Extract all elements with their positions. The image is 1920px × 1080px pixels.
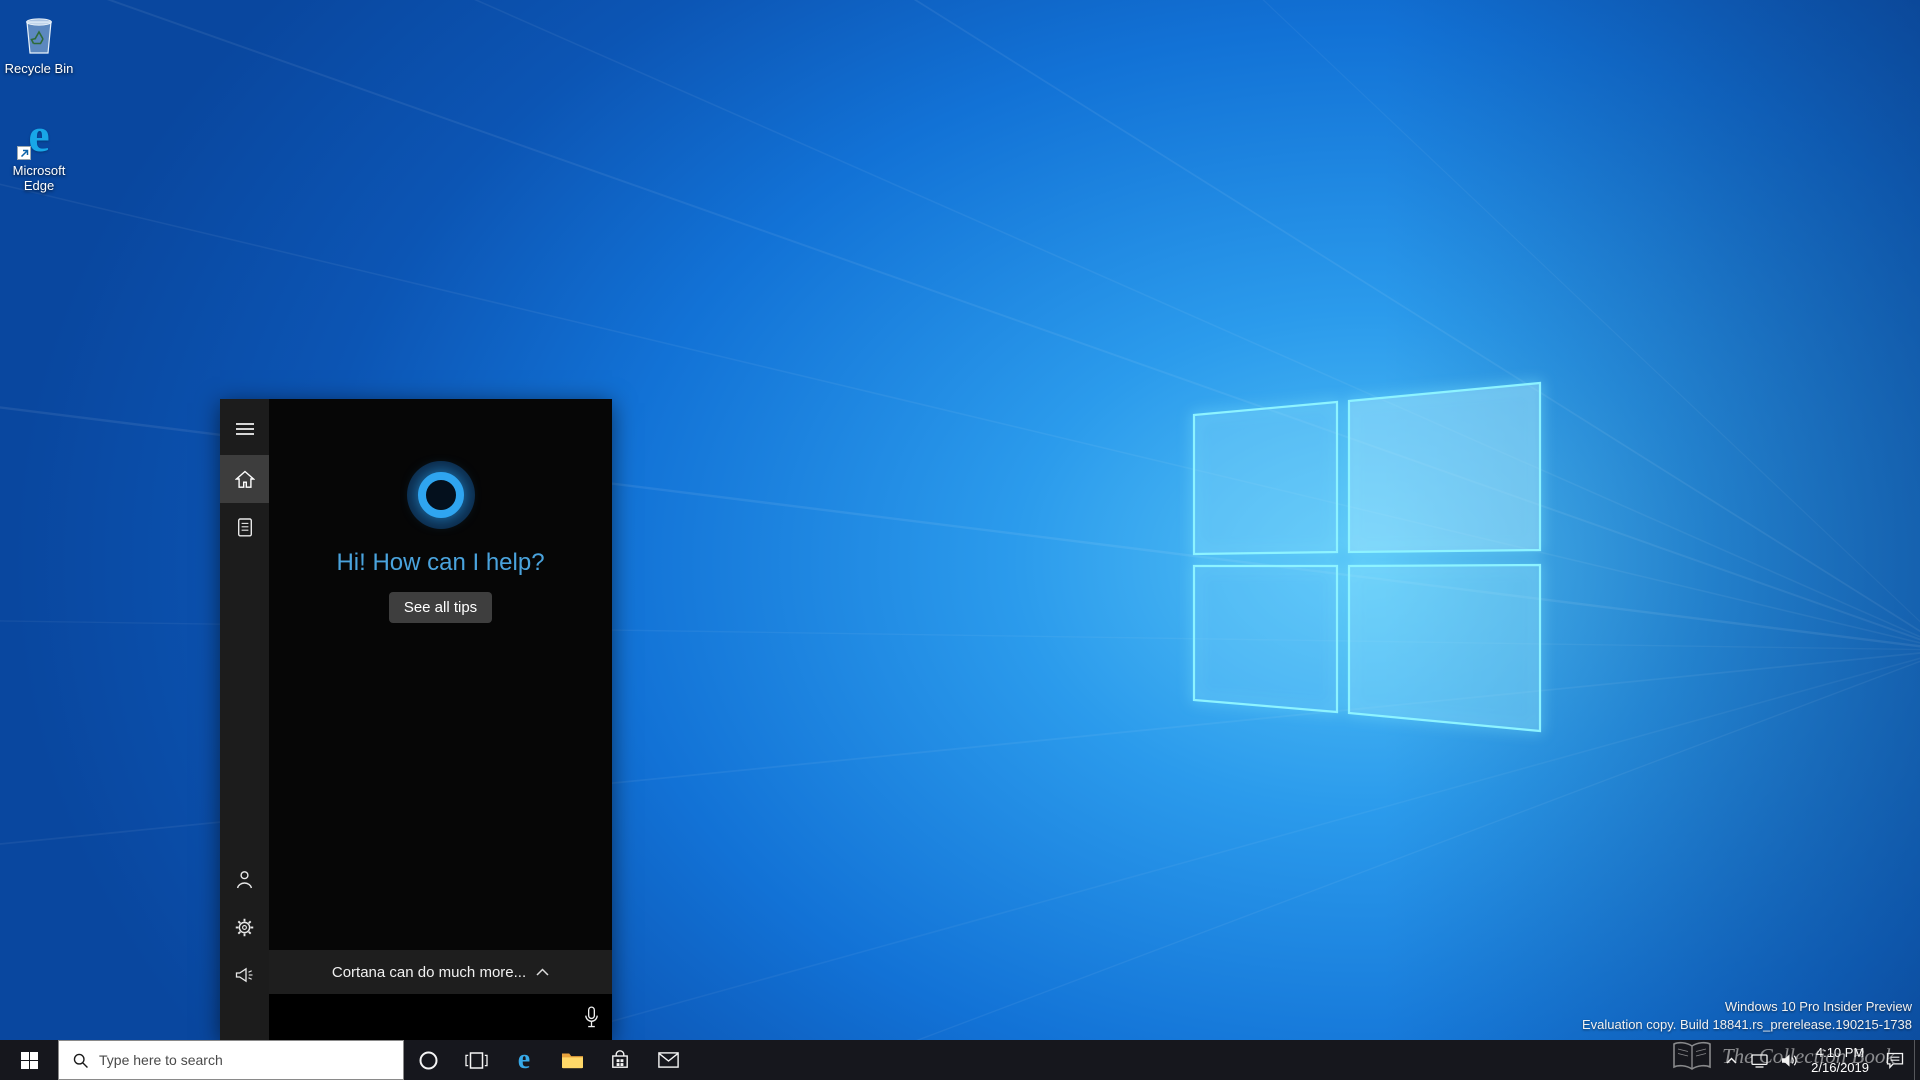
search-icon (72, 1052, 89, 1069)
cortana-notebook-button[interactable] (220, 503, 269, 551)
taskbar-edge-button[interactable]: e (500, 1040, 548, 1080)
network-tray-button[interactable] (1744, 1040, 1774, 1080)
chevron-up-icon (1726, 1057, 1737, 1064)
start-button[interactable] (0, 1040, 58, 1080)
mail-button[interactable] (644, 1040, 692, 1080)
taskbar: e (0, 1040, 1920, 1080)
desktop-icon-microsoft-edge[interactable]: e Microsoft Edge (0, 112, 78, 193)
cortana-feedback-button[interactable] (220, 951, 269, 999)
home-icon (235, 470, 255, 489)
watermark-line-1: Windows 10 Pro Insider Preview (1582, 998, 1912, 1016)
cortana-footer-bar[interactable]: Cortana can do much more... (269, 950, 612, 994)
cortana-settings-button[interactable] (220, 903, 269, 951)
file-explorer-icon (561, 1051, 584, 1069)
cortana-user-button[interactable] (220, 855, 269, 903)
edge-icon: e (518, 1046, 530, 1074)
feedback-icon (235, 967, 254, 983)
show-desktop-button[interactable] (1914, 1040, 1920, 1080)
windows-logo-wallpaper (1194, 383, 1540, 731)
chevron-up-icon (536, 968, 549, 976)
cortana-orb-icon (407, 461, 475, 529)
task-view-button[interactable] (452, 1040, 500, 1080)
gear-icon (235, 918, 254, 937)
recycle-bin-icon (15, 10, 63, 58)
desktop-icon-label: Recycle Bin (0, 61, 78, 76)
speaker-icon (1781, 1053, 1798, 1068)
taskbar-search-box[interactable] (58, 1040, 404, 1080)
tray-clock[interactable]: 4:10 PM 2/16/2019 (1804, 1045, 1876, 1075)
watermark-line-2: Evaluation copy. Build 18841.rs_prerelea… (1582, 1016, 1912, 1034)
store-icon (610, 1050, 630, 1070)
cortana-footer-text: Cortana can do much more... (332, 964, 526, 981)
network-icon (1751, 1053, 1768, 1068)
desktop-icon-label: Microsoft Edge (0, 163, 78, 193)
cortana-main-area: Hi! How can I help? See all tips Cortana… (269, 399, 612, 1040)
see-all-tips-button[interactable]: See all tips (389, 592, 492, 623)
edge-icon: e (15, 112, 63, 160)
notebook-icon (237, 518, 253, 537)
clock-time: 4:10 PM (1811, 1045, 1869, 1060)
hamburger-icon (236, 422, 254, 436)
hamburger-menu-button[interactable] (220, 405, 269, 453)
microphone-icon[interactable] (583, 1006, 600, 1029)
microsoft-store-button[interactable] (596, 1040, 644, 1080)
user-icon (236, 870, 253, 889)
cortana-panel: Hi! How can I help? See all tips Cortana… (220, 399, 612, 1040)
cortana-circle-icon (418, 1050, 439, 1071)
action-center-icon (1886, 1052, 1904, 1069)
cortana-greeting: Hi! How can I help? (269, 549, 612, 577)
cortana-input-bar[interactable] (269, 994, 612, 1040)
clock-date: 2/16/2019 (1811, 1060, 1869, 1075)
file-explorer-button[interactable] (548, 1040, 596, 1080)
desktop-icon-recycle-bin[interactable]: Recycle Bin (0, 10, 78, 76)
action-center-button[interactable] (1876, 1040, 1914, 1080)
volume-tray-button[interactable] (1774, 1040, 1804, 1080)
system-tray: 4:10 PM 2/16/2019 (1718, 1040, 1920, 1080)
mail-icon (658, 1052, 679, 1068)
cortana-rail (220, 399, 269, 1040)
taskbar-cortana-button[interactable] (404, 1040, 452, 1080)
evaluation-watermark: Windows 10 Pro Insider Preview Evaluatio… (1582, 998, 1912, 1034)
shortcut-arrow-icon (17, 146, 31, 160)
search-input[interactable] (99, 1052, 393, 1068)
task-view-icon (465, 1051, 488, 1070)
tray-overflow-button[interactable] (1718, 1040, 1744, 1080)
windows-start-icon (21, 1052, 38, 1069)
cortana-home-button[interactable] (220, 455, 269, 503)
